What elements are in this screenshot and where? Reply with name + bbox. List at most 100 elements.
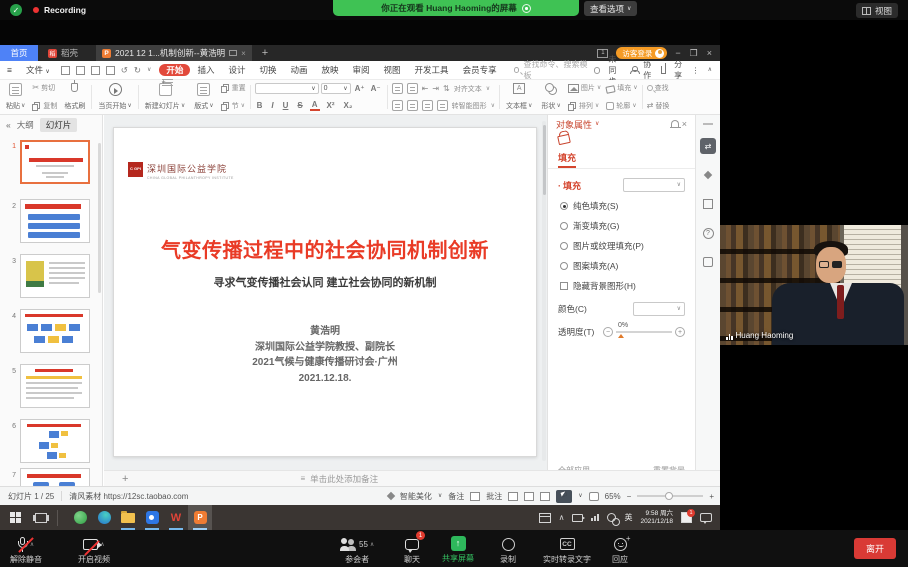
task-view-button[interactable] — [35, 513, 47, 523]
menu-slideshow[interactable]: 放映 — [315, 64, 346, 76]
justify-icon[interactable] — [437, 100, 448, 111]
smart-graphic-button[interactable]: 转智能图形 — [452, 101, 487, 111]
option-solid-fill[interactable]: 纯色填充(S) — [560, 200, 695, 212]
notes-toggle-button[interactable]: 备注 — [448, 491, 464, 502]
increase-font-icon[interactable]: A⁺ — [353, 84, 367, 93]
taskbar-app-explorer[interactable] — [116, 505, 140, 530]
panel-handle-icon[interactable] — [703, 123, 713, 125]
print-preview-icon[interactable] — [106, 66, 115, 75]
slideshow-button[interactable] — [556, 490, 572, 503]
tab-home[interactable]: 首页 — [0, 45, 38, 61]
beautify-button[interactable]: 智能美化 — [400, 491, 432, 502]
reactions-button[interactable]: + 回应 — [612, 536, 628, 565]
font-family-select[interactable]: ∨ — [255, 83, 319, 94]
layout-view-button[interactable]: 视图 — [856, 3, 898, 18]
align-right-icon[interactable] — [422, 100, 433, 111]
collapse-ribbon-icon[interactable]: ∧ — [708, 67, 712, 73]
subscript-button[interactable]: X₂ — [342, 101, 355, 110]
resource-panel-icon[interactable] — [700, 254, 716, 270]
slide-thumbnail-7[interactable] — [20, 468, 90, 486]
align-center-icon[interactable] — [407, 100, 418, 111]
live-caption-button[interactable]: CC 实时转录文字 — [543, 536, 591, 565]
replace-button[interactable]: ⇄替换 — [647, 101, 670, 111]
slide-thumbnail-3[interactable] — [20, 254, 90, 298]
menu-file[interactable]: 文件 ∨ — [19, 64, 57, 76]
outline-button[interactable]: 轮廓∨ — [606, 101, 637, 111]
superscript-button[interactable]: X² — [325, 101, 337, 110]
cut-button[interactable]: ✂剪切 — [32, 83, 57, 93]
option-hide-background[interactable]: 隐藏背景图形(H) — [560, 280, 695, 292]
increase-indent-icon[interactable]: ⇥ — [432, 85, 439, 93]
tray-hidden-icons-chevron[interactable]: ∧ — [559, 513, 565, 522]
help-icon[interactable]: ? — [700, 225, 716, 241]
numbered-list-icon[interactable] — [407, 83, 418, 94]
view-options-button[interactable]: 查看选项 ∨ — [584, 1, 637, 16]
paste-button[interactable]: 粘贴∨ — [4, 82, 27, 112]
thumbnail-scrollbar[interactable] — [98, 143, 101, 293]
slide-thumbnail-1[interactable] — [20, 140, 90, 184]
font-color-button[interactable]: A — [310, 100, 320, 111]
print-icon[interactable] — [91, 66, 100, 75]
fill-tab[interactable]: 填充 — [558, 151, 576, 168]
new-slide-button[interactable]: 新建幻灯片∨ — [143, 82, 187, 112]
bold-button[interactable]: B — [255, 101, 265, 110]
close-panel-icon[interactable]: × — [682, 119, 687, 129]
zoom-in-icon[interactable]: + — [709, 492, 714, 501]
tray-media-icon[interactable] — [539, 513, 551, 523]
menu-transitions[interactable]: 切换 — [252, 64, 283, 76]
tab-outline[interactable]: 大纲 — [17, 119, 34, 131]
menu-member[interactable]: 会员专享 — [456, 64, 504, 76]
more-menu-icon[interactable]: ⋮ — [692, 66, 700, 75]
chevron-down-icon[interactable]: ∨ — [595, 121, 599, 127]
tab-document-active[interactable]: P 2021 12 1...机制创新--黄浩明 × — [96, 45, 252, 61]
participants-button[interactable]: 55∧ 参会者 — [340, 536, 374, 565]
shapes-button[interactable]: 形状∨ — [539, 82, 562, 112]
collaborate-label[interactable]: 协作 — [643, 59, 652, 81]
menu-review[interactable]: 审阅 — [346, 64, 377, 76]
comments-button[interactable]: 批注 — [486, 491, 502, 502]
start-button[interactable] — [10, 512, 21, 523]
canvas-scrollbar[interactable] — [542, 121, 546, 461]
align-left-icon[interactable] — [392, 100, 403, 111]
add-note-plus-icon[interactable]: + — [122, 473, 128, 485]
slide-thumbnail-6[interactable] — [20, 419, 90, 463]
menu-devtools[interactable]: 开发工具 — [408, 64, 456, 76]
taskbar-clock[interactable]: 9:58 周六 2021/12/18 — [640, 510, 673, 526]
object-properties-panel-icon[interactable]: ⇄ — [700, 138, 716, 154]
tray-link-icon[interactable] — [607, 513, 616, 522]
line-spacing-icon[interactable]: ⇅ — [443, 85, 450, 93]
zoom-knob[interactable] — [665, 492, 673, 500]
picture-button[interactable]: 图片∨ — [568, 83, 601, 93]
option-picture-fill[interactable]: 图片或纹理填充(P) — [560, 240, 695, 252]
reset-button[interactable]: 重置 — [221, 83, 246, 93]
webcam-video-tile[interactable]: Huang Haoming — [720, 225, 908, 345]
tab-docer[interactable]: 稻 稻壳 — [38, 45, 88, 61]
fit-slide-icon[interactable] — [589, 492, 599, 501]
taskbar-app-wpp-active[interactable]: P — [188, 505, 212, 530]
transparency-slider[interactable]: 0% — [616, 331, 672, 333]
ime-indicator[interactable]: 英 — [624, 512, 632, 523]
arrange-button[interactable]: 排列∨ — [568, 101, 601, 111]
taskbar-app-browser[interactable] — [68, 505, 92, 530]
close-tab-icon[interactable]: × — [241, 49, 246, 58]
menu-animations[interactable]: 动画 — [283, 64, 314, 76]
notes-placeholder[interactable]: 单击此处添加备注 — [310, 473, 378, 485]
tray-camera-icon[interactable] — [572, 514, 583, 522]
bullet-list-icon[interactable] — [392, 83, 403, 94]
zoom-out-icon[interactable]: − — [627, 492, 632, 501]
layout-button[interactable]: 版式∨ — [192, 82, 215, 112]
menu-insert[interactable]: 插入 — [190, 64, 221, 76]
option-pattern-fill[interactable]: 图案填充(A) — [560, 260, 695, 272]
decrease-font-icon[interactable]: A⁻ — [369, 84, 383, 93]
tray-network-icon[interactable] — [591, 514, 599, 521]
format-painter-button[interactable]: 格式刷 — [62, 82, 87, 112]
reading-view-icon[interactable] — [540, 492, 550, 501]
normal-view-icon[interactable] — [508, 492, 518, 501]
tab-slides-active[interactable]: 幻灯片 — [40, 118, 78, 132]
slide-thumbnail-4[interactable] — [20, 309, 90, 353]
current-slide[interactable]: C GPI 深圳国际公益学院 CHINA GLOBAL PHILANTHROPY… — [113, 127, 537, 457]
smart-effects-icon[interactable] — [700, 167, 716, 183]
leave-meeting-button[interactable]: 离开 — [854, 538, 896, 559]
menu-design[interactable]: 设计 — [221, 64, 252, 76]
notes-bar[interactable]: + ≡ 单击此处添加备注 — [104, 470, 720, 486]
